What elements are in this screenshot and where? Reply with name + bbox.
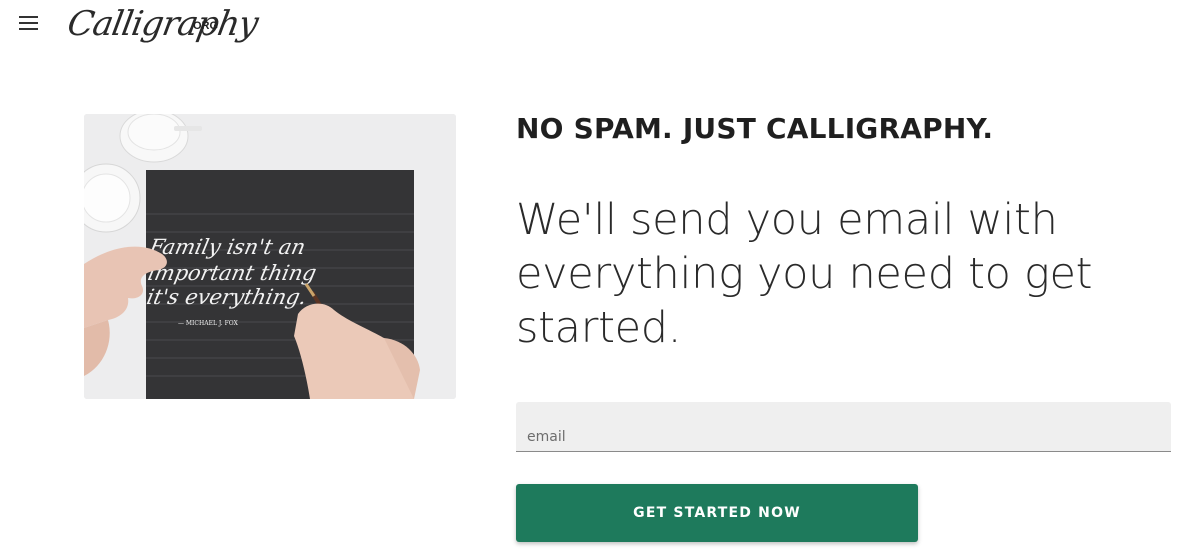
logo-script-text: Calligraphy [64, 4, 261, 44]
get-started-button[interactable]: GET STARTED NOW [516, 484, 918, 542]
signup-headline: NO SPAM. JUST CALLIGRAPHY. [516, 112, 994, 145]
email-input[interactable] [516, 402, 1171, 452]
image-text-attribution: — MICHAEL J. FOX [178, 320, 239, 327]
hamburger-menu-icon[interactable] [19, 16, 38, 31]
logo-suffix: ORG [193, 20, 219, 32]
site-logo[interactable]: Calligraphy ORG [64, 2, 260, 48]
image-text-line-2: important thing [145, 261, 318, 286]
signup-subtitle: We'll send you email with everything you… [516, 195, 1093, 353]
image-text-line-1: Family isn't an [146, 235, 308, 260]
image-text-line-3: it's everything. [144, 285, 308, 310]
hero-image: Family isn't an important thing it's eve… [84, 114, 456, 399]
top-bar: Calligraphy ORG [0, 0, 1200, 50]
